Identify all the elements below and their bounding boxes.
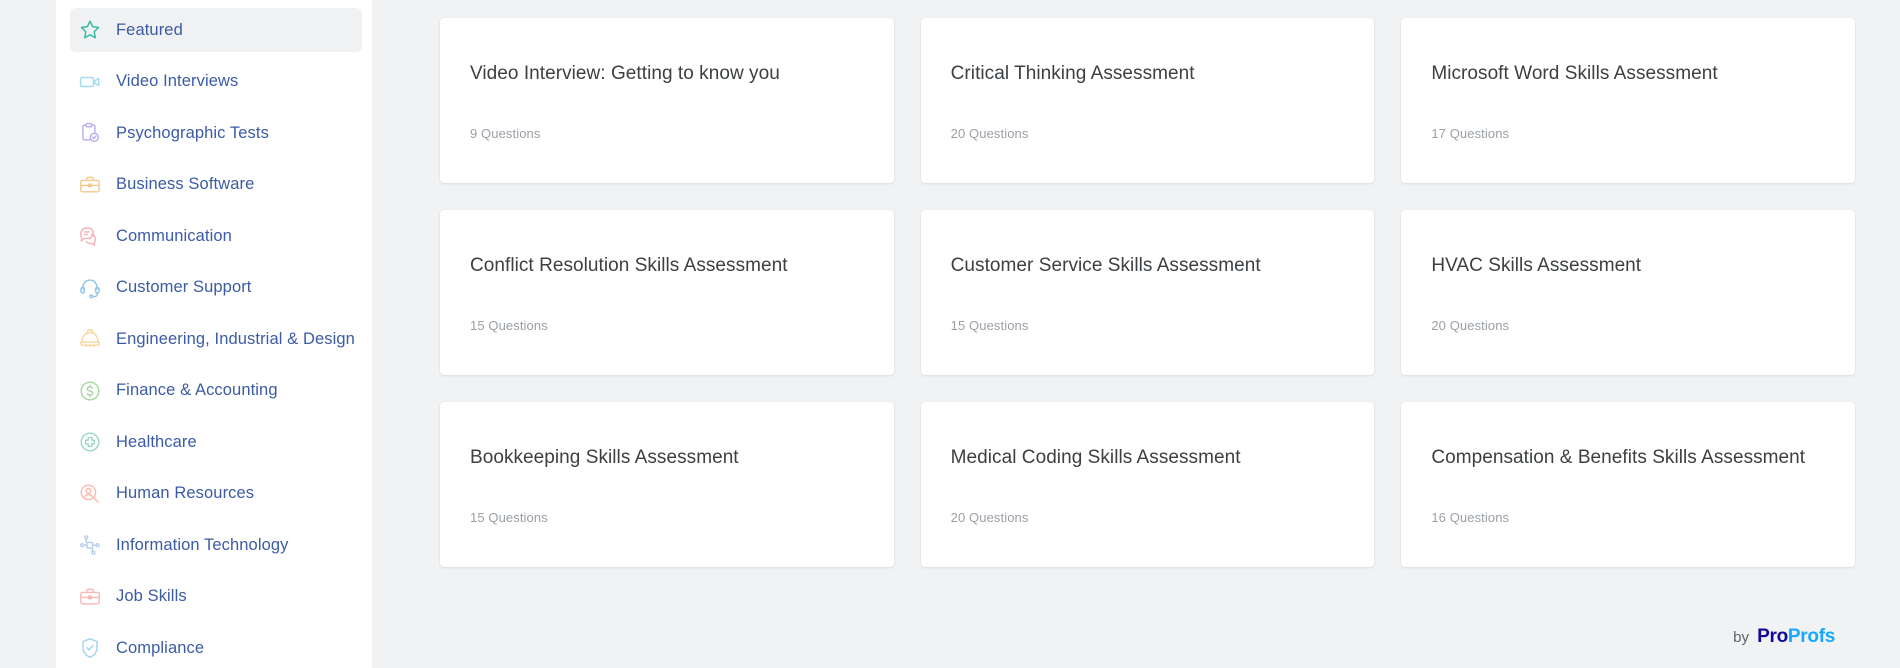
sidebar-item-label: Psychographic Tests <box>116 123 269 142</box>
sidebar-item-label: Video Interviews <box>116 72 239 90</box>
assessment-card[interactable]: Bookkeeping Skills Assessment 15 Question… <box>440 402 894 567</box>
assessment-question-count: 9 Questions <box>470 126 541 141</box>
sidebar-item-engineering-industrial-design[interactable]: Engineering, Industrial & Design <box>70 317 362 361</box>
sidebar-item-job-skills[interactable]: Job Skills <box>70 575 362 619</box>
sidebar-item-label: Finance & Accounting <box>116 381 278 399</box>
assessment-question-count: 15 Questions <box>470 510 548 525</box>
medical-cross-icon <box>78 430 102 454</box>
assessment-card-title: Microsoft Word Skills Assessment <box>1431 63 1718 84</box>
assessment-card-title: Medical Coding Skills Assessment <box>950 447 1241 468</box>
proprofs-logo[interactable]: ProProfs <box>1757 626 1835 648</box>
chat-bubbles-icon <box>78 224 102 248</box>
assessment-card[interactable]: Conflict Resolution Skills Assessment 15 … <box>440 210 894 375</box>
sidebar-item-label: Featured <box>116 20 183 39</box>
sidebar-item-label: Healthcare <box>116 432 197 451</box>
assessment-question-count: 15 Questions <box>470 318 548 333</box>
briefcase-icon <box>78 173 102 197</box>
assessment-question-count: 20 Questions <box>1431 318 1510 333</box>
briefcase-icon <box>78 585 102 609</box>
category-sidebar: Featured Video Interviews Psychographic Te… <box>56 0 372 668</box>
shield-check-icon <box>78 636 102 660</box>
assessment-card-title: Customer Service Skills Assessment <box>950 255 1261 276</box>
sidebar-item-label: Compliance <box>116 638 205 657</box>
headset-icon <box>78 276 102 300</box>
sidebar-item-label: Business Software <box>116 175 255 193</box>
assessment-card[interactable]: Customer Service Skills Assessment 15 Que… <box>920 210 1375 375</box>
main-content: Video Interview: Getting to know you 9 Qu… <box>372 0 1900 668</box>
assessment-card-title: Bookkeeping Skills Assessment <box>470 447 739 468</box>
person-search-icon <box>78 482 102 506</box>
sidebar-item-featured[interactable]: Featured <box>70 8 362 52</box>
sidebar-item-communication[interactable]: Communication <box>70 214 362 258</box>
assessment-question-count: 17 Questions <box>1431 126 1510 141</box>
assessment-question-count: 20 Questions <box>950 510 1029 525</box>
assessment-card[interactable]: HVAC Skills Assessment 20 Questions <box>1401 210 1855 375</box>
brand-pro-text: Pro <box>1757 626 1788 647</box>
sidebar-item-business-software[interactable]: Business Software <box>70 163 362 207</box>
sidebar-left-gutter <box>0 0 56 668</box>
sidebar-item-information-technology[interactable]: Information Technology <box>70 523 362 567</box>
clipboard-check-icon <box>78 121 102 145</box>
sidebar-item-finance-accounting[interactable]: Finance & Accounting <box>70 369 362 413</box>
brand-profs-text: Profs <box>1787 626 1835 647</box>
sidebar-item-video-interviews[interactable]: Video Interviews <box>70 60 362 104</box>
assessment-question-count: 16 Questions <box>1431 510 1510 525</box>
assessment-question-count: 15 Questions <box>950 318 1029 333</box>
video-camera-icon <box>78 70 102 94</box>
assessment-card-title: Conflict Resolution Skills Assessment <box>470 255 788 276</box>
sidebar-item-label: Communication <box>116 226 232 245</box>
sidebar-item-human-resources[interactable]: Human Resources <box>70 472 362 516</box>
assessment-question-count: 20 Questions <box>950 126 1029 141</box>
sidebar-item-label: Information Technology <box>116 535 289 554</box>
sidebar-item-healthcare[interactable]: Healthcare <box>70 420 362 464</box>
sidebar-item-customer-support[interactable]: Customer Support <box>70 266 362 310</box>
sidebar-item-label: Engineering, Industrial & Design <box>116 329 355 348</box>
assessment-card-title: Video Interview: Getting to know you <box>470 63 780 84</box>
sidebar-item-compliance[interactable]: Compliance <box>70 626 362 668</box>
dollar-circle-icon <box>78 379 102 403</box>
assessment-library-page: Featured Video Interviews Psychographic Te… <box>0 0 1900 668</box>
sidebar-item-psychographic-tests[interactable]: Psychographic Tests <box>70 111 362 155</box>
assessment-card[interactable]: Compensation & Benefits Skills Assessmen… <box>1401 402 1855 567</box>
assessment-card-title: Critical Thinking Assessment <box>950 63 1195 84</box>
assessment-card[interactable]: Microsoft Word Skills Assessment 17 Quest… <box>1401 18 1855 183</box>
network-nodes-icon <box>78 533 102 557</box>
page-footer: by ProProfs <box>440 606 1855 668</box>
sidebar-item-label: Human Resources <box>116 484 255 502</box>
sidebar-item-label: Customer Support <box>116 278 252 296</box>
sidebar-item-label: Job Skills <box>116 587 187 605</box>
assessment-card[interactable]: Medical Coding Skills Assessment 20 Quest… <box>920 402 1375 567</box>
assessment-card[interactable]: Critical Thinking Assessment 20 Questions <box>920 18 1375 183</box>
assessment-card-title: Compensation & Benefits Skills Assessmen… <box>1431 447 1806 468</box>
category-list: Featured Video Interviews Psychographic Te… <box>56 8 372 668</box>
assessment-card-grid: Video Interview: Getting to know you 9 Qu… <box>440 18 1855 567</box>
assessment-card-title: HVAC Skills Assessment <box>1431 255 1642 276</box>
assessment-card[interactable]: Video Interview: Getting to know you 9 Qu… <box>440 18 894 183</box>
footer-by-label: by <box>1733 628 1750 646</box>
star-icon <box>78 18 102 42</box>
hard-hat-icon <box>78 327 102 351</box>
